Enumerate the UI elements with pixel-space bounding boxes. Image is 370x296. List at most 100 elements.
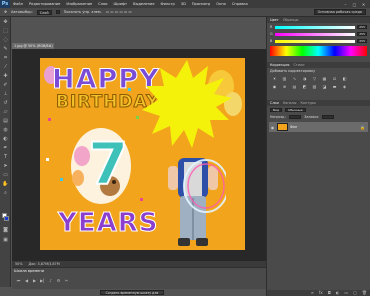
zoom-tool-icon[interactable]: ⌕ <box>2 190 9 197</box>
pen-tool-icon[interactable]: ✒ <box>2 145 9 152</box>
menu-filter[interactable]: Фильтр <box>158 0 178 8</box>
menu-help[interactable]: Справка <box>229 0 251 8</box>
blend-mode-dropdown[interactable]: Обычные <box>285 108 306 112</box>
g-value-field[interactable]: 255 <box>357 32 367 36</box>
minimize-icon[interactable]: – <box>343 2 348 7</box>
curves-icon[interactable]: ∿ <box>291 76 298 82</box>
threshold-icon[interactable]: ◪ <box>321 84 328 90</box>
color-lookup-icon[interactable]: ▤ <box>291 84 298 90</box>
face-cover-star <box>142 60 232 148</box>
first-frame-icon[interactable]: ⏮ <box>16 278 21 283</box>
hue-saturation-icon[interactable]: ▦ <box>321 76 328 82</box>
audio-icon[interactable]: ♪ <box>48 278 53 283</box>
maximize-icon[interactable]: □ <box>352 2 357 7</box>
fill-field[interactable] <box>322 115 335 119</box>
brightness-icon[interactable]: ☀ <box>271 76 278 82</box>
tab-color[interactable]: Цвет <box>270 17 279 23</box>
color-spectrum[interactable] <box>270 46 367 56</box>
tab-adjustments[interactable]: Коррекция <box>270 62 289 68</box>
marquee-tool-icon[interactable]: ⬚ <box>2 28 9 35</box>
vibrance-icon[interactable]: ▽ <box>311 76 318 82</box>
exposure-icon[interactable]: ◑ <box>301 76 308 82</box>
eraser-tool-icon[interactable]: ▱ <box>2 109 9 116</box>
menu-window[interactable]: Окно <box>213 0 229 8</box>
menu-edit[interactable]: Редактирование <box>26 0 63 8</box>
settings-icon[interactable]: ⚙ <box>56 278 61 283</box>
dodge-tool-icon[interactable]: ◐ <box>2 136 9 143</box>
layer-row[interactable]: ◉ Фон 🔒 <box>269 122 368 132</box>
move-tool-icon[interactable]: ✥ <box>2 19 9 26</box>
selective-color-icon[interactable]: ◈ <box>341 84 348 90</box>
gradient-tool-icon[interactable]: ▤ <box>2 118 9 125</box>
close-icon[interactable]: ✕ <box>361 2 366 7</box>
hand-tool-icon[interactable]: ✋ <box>2 181 9 188</box>
menu-3d[interactable]: 3D <box>178 0 189 8</box>
tab-styles[interactable]: Стили <box>293 62 304 68</box>
background-color-swatch[interactable] <box>4 216 9 221</box>
opacity-field[interactable] <box>289 115 302 119</box>
channel-mixer-icon[interactable]: ⊕ <box>281 84 288 90</box>
align-icons[interactable]: ▭ ▭ ▭ ▭ ▭ ▭ <box>106 10 132 14</box>
quick-select-tool-icon[interactable]: ✎ <box>2 46 9 53</box>
trash-icon[interactable]: 🗑 <box>362 290 367 296</box>
layer-name: Фон <box>290 125 298 129</box>
layer-kind-filter[interactable]: Вид <box>270 108 283 112</box>
auto-select-dropdown[interactable]: Слой <box>36 9 52 15</box>
canvas-image[interactable]: HAPPY BIRTHDAY 7 YEARS <box>40 58 245 250</box>
folder-icon[interactable]: ▭ <box>344 290 348 296</box>
fx-icon[interactable]: fx <box>319 290 323 296</box>
tab-layers[interactable]: Слои <box>270 100 279 106</box>
color-balance-icon[interactable]: ⚖ <box>331 76 338 82</box>
levels-icon[interactable]: ▥ <box>281 76 288 82</box>
menu-view[interactable]: Просмотр <box>189 0 213 8</box>
blur-tool-icon[interactable]: ◍ <box>2 127 9 134</box>
b-slider[interactable] <box>275 39 355 43</box>
menu-file[interactable]: Файл <box>10 0 26 8</box>
gradient-map-icon[interactable]: ▬ <box>331 84 338 90</box>
create-video-timeline-button[interactable]: Создать временную шкалу для видео <box>100 290 164 296</box>
type-tool-icon[interactable]: T <box>2 154 9 161</box>
eyedropper-tool-icon[interactable]: ⁄ <box>2 64 9 71</box>
confetti <box>48 118 51 121</box>
black-white-icon[interactable]: ◧ <box>341 76 348 82</box>
menu-type[interactable]: Шрифт <box>111 0 131 8</box>
stamp-tool-icon[interactable]: ⊥ <box>2 91 9 98</box>
show-controls-checkbox[interactable] <box>55 10 60 14</box>
healing-tool-icon[interactable]: ✚ <box>2 73 9 80</box>
layers-opacity-row: Непрозр.: Заливка: <box>267 114 370 120</box>
brush-tool-icon[interactable]: ✐ <box>2 82 9 89</box>
adjustment-layer-icon[interactable]: ◐ <box>336 290 340 296</box>
crop-tool-icon[interactable]: ⌗ <box>2 55 9 62</box>
mask-icon[interactable]: ◘ <box>328 290 331 296</box>
tab-channels[interactable]: Каналы <box>283 100 297 106</box>
timeline-tab[interactable]: Шкала времени <box>14 269 44 273</box>
g-slider[interactable] <box>275 32 355 36</box>
r-value-field[interactable]: 255 <box>357 25 367 29</box>
b-value-field[interactable]: 255 <box>357 39 367 43</box>
history-brush-tool-icon[interactable]: ↺ <box>2 100 9 107</box>
play-icon[interactable]: ▶ <box>32 278 37 283</box>
photo-filter-icon[interactable]: ◉ <box>271 84 278 90</box>
color-channel-g: G 255 <box>270 31 367 37</box>
new-layer-icon[interactable]: ▢ <box>353 290 357 296</box>
tab-paths[interactable]: Контуры <box>300 100 316 106</box>
next-frame-icon[interactable]: ▶▏ <box>40 278 46 283</box>
menu-select[interactable]: Выделение <box>130 0 157 8</box>
tab-swatches[interactable]: Образцы <box>283 17 299 23</box>
eye-icon[interactable]: ◉ <box>270 125 275 130</box>
posterize-icon[interactable]: ▨ <box>311 84 318 90</box>
workspace-selector[interactable]: Основная рабочая среда <box>313 9 366 15</box>
invert-icon[interactable]: ◩ <box>301 84 308 90</box>
prev-frame-icon[interactable]: ◀ <box>24 278 29 283</box>
screen-mode-icon[interactable]: ▣ <box>2 237 9 244</box>
shape-tool-icon[interactable]: ▭ <box>2 172 9 179</box>
split-icon[interactable]: ✂ <box>64 278 69 283</box>
path-select-tool-icon[interactable]: ➤ <box>2 163 9 170</box>
lasso-tool-icon[interactable]: ◌ <box>2 37 9 44</box>
move-tool-icon[interactable]: ✥ <box>4 10 7 14</box>
menu-layer[interactable]: Слои <box>95 0 110 8</box>
r-slider[interactable] <box>275 25 355 29</box>
link-icon[interactable]: ∞ <box>311 290 314 296</box>
menu-image[interactable]: Изображение <box>63 0 95 8</box>
quick-mask-icon[interactable]: ◙ <box>2 227 9 234</box>
